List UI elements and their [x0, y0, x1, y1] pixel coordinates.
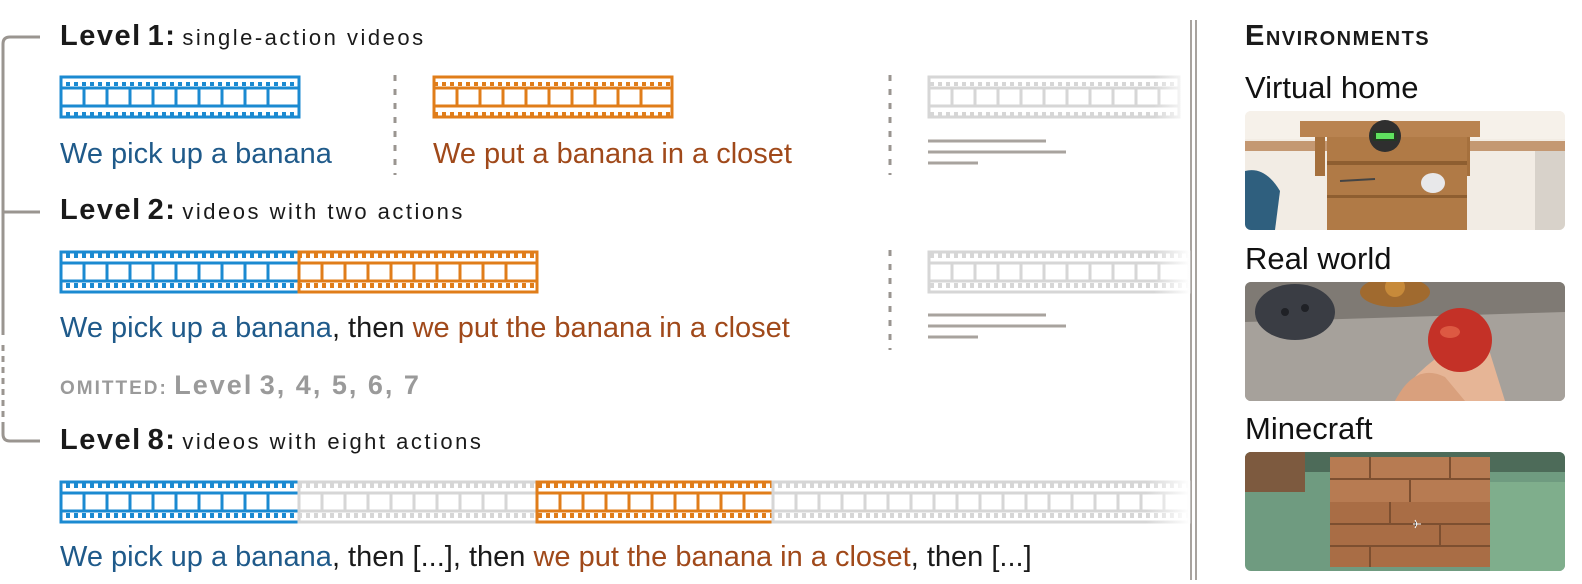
env-label-virtual-home: Virtual home	[1245, 70, 1419, 105]
caption-text: We pick up a banana	[60, 138, 332, 170]
caption-blue: We pick up a banana	[60, 541, 332, 573]
caption-blue: We pick up a banana	[60, 312, 332, 344]
level1-blue-strip	[59, 75, 301, 119]
level8-strip	[59, 479, 1191, 525]
level-word: Level	[60, 194, 142, 226]
level-8-title: Level 8: videos with eight actions	[60, 424, 483, 457]
level1-orange-strip	[432, 75, 674, 119]
caption-ending: , then [...]	[910, 541, 1032, 573]
omitted-level-word: Level	[174, 370, 254, 400]
level-2-title: Level 2: videos with two actions	[60, 194, 465, 227]
minecraft-image	[1245, 452, 1565, 571]
level-description: videos with eight actions	[182, 429, 484, 454]
env-label-minecraft: Minecraft	[1245, 411, 1373, 446]
caption-orange: we put the banana in a closet	[533, 541, 911, 573]
level2-gray-strip	[927, 249, 1191, 295]
level1-caption-orange: We put a banana in a closet	[433, 138, 792, 171]
environments-title: Environments	[1245, 20, 1430, 53]
film-strips	[59, 74, 1191, 525]
level-number: 2:	[147, 194, 177, 226]
level2-text-placeholder	[928, 313, 1066, 339]
level1-caption-blue: We pick up a banana	[60, 138, 332, 171]
level1-text-placeholder	[928, 139, 1066, 165]
omitted-prefix: omitted:	[60, 378, 168, 399]
caption-text: We put a banana in a closet	[433, 138, 792, 170]
level2-caption: We pick up a banana, then we put the ban…	[60, 312, 790, 345]
omitted-level-numbers: 3, 4, 5, 6, 7	[259, 370, 421, 400]
caption-orange: we put the banana in a closet	[412, 312, 790, 344]
omitted-levels: omitted: Level 3, 4, 5, 6, 7	[60, 370, 421, 401]
caption-connector: , then [...], then	[331, 541, 534, 573]
environments-heading: Environments	[1245, 20, 1431, 52]
level-description: videos with two actions	[182, 199, 465, 224]
caption-connector: , then	[331, 312, 413, 344]
level-word: Level	[60, 424, 142, 456]
real-world-image	[1245, 282, 1565, 401]
level-number: 8:	[147, 424, 177, 456]
level8-caption: We pick up a banana, then [...], then we…	[60, 541, 1032, 574]
level1-gray-strip	[927, 74, 1190, 120]
env-label-real-world: Real world	[1245, 241, 1392, 276]
virtual-home-image	[1245, 111, 1565, 230]
level2-combined-strip	[59, 250, 539, 294]
